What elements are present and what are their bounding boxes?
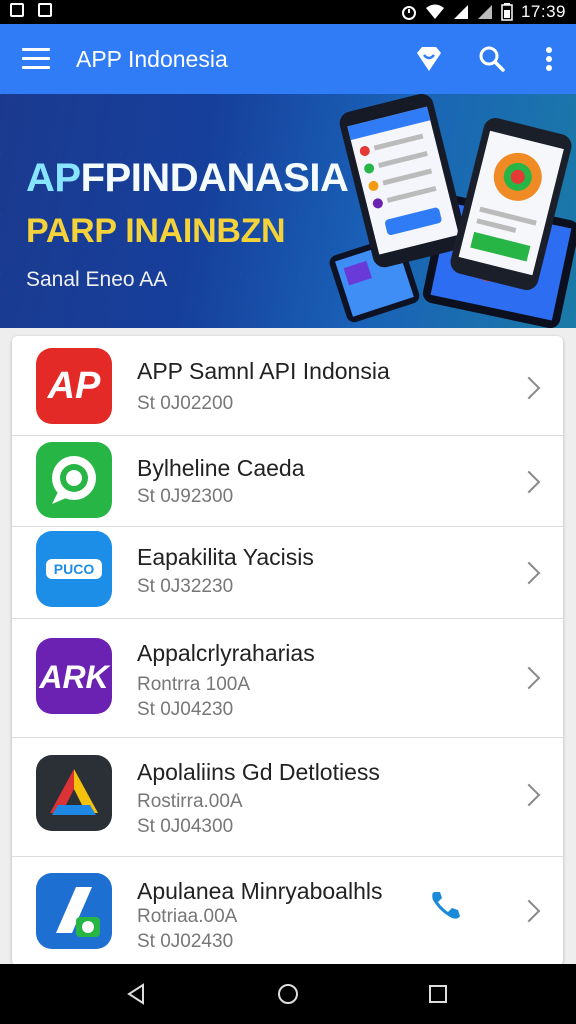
list-item[interactable]: AP APP Samnl API Indonsia St 0J02200 (12, 336, 563, 436)
app-meta: Rostirra.00A (137, 791, 243, 812)
banner-subheadline: PARP INAINBZN (26, 212, 286, 250)
signal-icon (453, 5, 468, 19)
phones-illustration (329, 94, 576, 328)
chat-bubble-icon (36, 442, 112, 518)
notification-icon (38, 3, 52, 17)
app-meta: St 0J02200 (137, 393, 234, 414)
system-nav-bar (0, 964, 576, 1024)
app-name: Eapakilita Yacisis (137, 544, 314, 570)
list-item[interactable]: PUCO Eapakilita Yacisis St 0J32230 (12, 526, 563, 619)
app-logo-ap-icon: AP (36, 348, 112, 424)
list-item[interactable]: Apolaliins Gd Detlotiess Rostirra.00A St… (12, 737, 563, 857)
app-meta: Rotriaa.00A (137, 906, 238, 927)
search-icon[interactable] (475, 42, 509, 76)
alarm-icon (401, 6, 416, 20)
battery-icon (501, 3, 513, 21)
back-icon[interactable] (124, 982, 148, 1006)
ark-logo-icon: ARK (36, 638, 112, 714)
status-time: 17:39 (520, 2, 566, 21)
menu-icon[interactable] (22, 48, 50, 70)
chevron-right-icon (517, 470, 541, 494)
app-name: Apulanea Minryaboalhls (137, 878, 383, 904)
app-bar: APP Indonesia (0, 24, 576, 94)
app-name: Apolaliins Gd Detlotiess (137, 759, 380, 785)
app-title: APP Indonesia (76, 46, 228, 72)
notification-icon (10, 3, 24, 17)
list-item[interactable]: Bylheline Caeda St 0J92300 (12, 435, 563, 527)
app-meta: St 0J02430 (137, 931, 234, 952)
chevron-right-icon (517, 666, 541, 690)
phone-icon[interactable] (428, 888, 468, 922)
puco-logo-icon: PUCO (36, 531, 112, 607)
banner-tagline: Sanal Eneo AA (26, 268, 168, 291)
wifi-icon (425, 4, 444, 19)
shop-icon[interactable] (412, 42, 446, 76)
app-meta: St 0J04300 (137, 816, 234, 837)
chevron-right-icon (517, 561, 541, 585)
banner-headline: APFPINDANASIA (26, 156, 349, 200)
app-name: Bylheline Caeda (137, 455, 305, 481)
app-meta: Rontrra 100A (137, 674, 251, 695)
status-bar: 17:39 (0, 0, 576, 24)
colorful-a-logo-icon (36, 755, 112, 831)
chevron-right-icon (517, 899, 541, 923)
chevron-right-icon (517, 783, 541, 807)
app-list: AP APP Samnl API Indonsia St 0J02200 Byl… (12, 336, 563, 966)
recents-icon[interactable] (426, 982, 450, 1006)
a-chat-logo-icon (36, 873, 112, 949)
svg-text:PUCO: PUCO (54, 561, 95, 577)
promo-banner[interactable]: APFPINDANASIA PARP INAINBZN Sanal Eneo A… (0, 94, 576, 328)
app-meta: St 0J04230 (137, 699, 234, 720)
signal-icon (477, 5, 492, 19)
home-icon[interactable] (276, 982, 300, 1006)
list-item[interactable]: ARK Appalcrlyraharias Rontrra 100A St 0J… (12, 618, 563, 738)
app-meta: St 0J92300 (137, 486, 234, 507)
chevron-right-icon (517, 376, 541, 400)
svg-text:AP: AP (47, 365, 101, 407)
svg-text:ARK: ARK (38, 659, 111, 695)
app-name: Appalcrlyraharias (137, 640, 315, 666)
list-item[interactable]: Apulanea Minryaboalhls Rotriaa.00A St 0J… (12, 856, 563, 966)
app-name: APP Samnl API Indonsia (137, 358, 390, 384)
more-vert-icon[interactable] (532, 42, 566, 76)
app-meta: St 0J32230 (137, 576, 234, 597)
